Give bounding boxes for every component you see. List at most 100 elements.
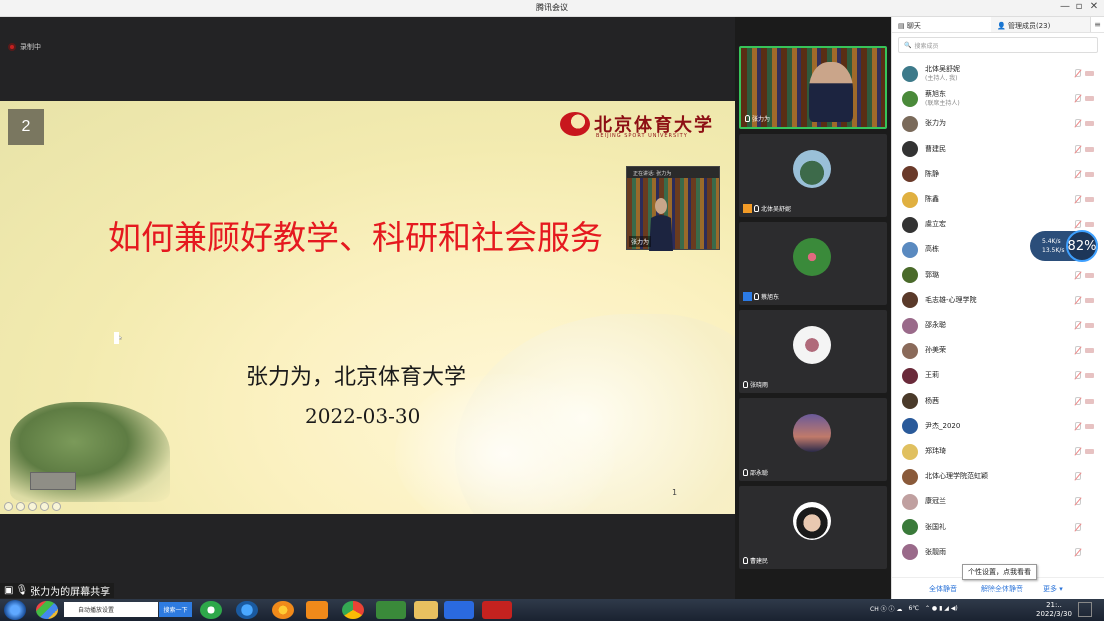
maximize-button[interactable]: ▫	[1072, 1, 1086, 12]
video-tile[interactable]: 曹建民	[739, 486, 887, 569]
camera-off-icon[interactable]	[1085, 146, 1094, 152]
camera-off-icon[interactable]	[1085, 272, 1094, 278]
participant-row[interactable]: 毛志雄-心理学院	[892, 288, 1104, 313]
mic-muted-icon[interactable]	[1074, 270, 1081, 280]
mic-muted-icon[interactable]	[1074, 371, 1081, 380]
chrome-icon[interactable]	[342, 601, 364, 619]
mic-muted-icon[interactable]	[1074, 346, 1081, 355]
screen-share-bar[interactable]: ▣ 🎙 张力为的屏幕共享	[0, 583, 115, 598]
taskbar-search-input[interactable]: 自动播放设置	[64, 602, 158, 617]
member-search-input[interactable]: 🔍 搜索成员	[898, 37, 1098, 53]
folder-icon[interactable]	[414, 601, 438, 619]
camera-off-icon[interactable]	[1085, 323, 1094, 328]
avatar	[902, 292, 918, 309]
app-icon[interactable]	[36, 601, 58, 619]
mic-muted-icon[interactable]	[1074, 119, 1081, 128]
participant-row[interactable]: 蔡旭东 (联席主持人)	[892, 86, 1104, 111]
slide-title: 如何兼顾好教学、科研和社会服务	[108, 218, 603, 257]
start-button[interactable]	[4, 600, 26, 620]
video-tile[interactable]: 张晓雨	[739, 310, 887, 393]
video-tile[interactable]: 邵永聪	[739, 398, 887, 481]
camera-off-icon[interactable]	[1085, 373, 1094, 379]
next-slide-icon[interactable]	[16, 502, 25, 511]
participant-row[interactable]: 张国礼	[892, 515, 1104, 540]
mic-muted-icon[interactable]	[1074, 447, 1081, 456]
avatar	[902, 519, 918, 536]
recording-indicator[interactable]: 录制中	[8, 42, 41, 52]
mic-muted-icon[interactable]	[1074, 144, 1081, 154]
participant-row[interactable]: 孙美荣	[892, 338, 1104, 363]
mic-muted-icon[interactable]	[1074, 421, 1081, 431]
wps-icon[interactable]	[482, 601, 512, 619]
cohost-icon	[743, 292, 752, 301]
camera-off-icon[interactable]	[1085, 297, 1094, 303]
participant-row[interactable]: 杨茜	[892, 389, 1104, 414]
participant-row[interactable]: 张力为	[892, 111, 1104, 136]
participant-row[interactable]: 北体吴舒妮 (主持人, 我)	[892, 61, 1104, 86]
mic-muted-icon[interactable]	[1074, 195, 1081, 204]
participant-row[interactable]: 北体心理学院范虹颖	[892, 464, 1104, 489]
minimize-button[interactable]: —	[1058, 1, 1072, 12]
mic-muted-icon[interactable]	[1074, 295, 1081, 305]
camera-off-icon[interactable]	[1085, 197, 1094, 202]
participant-row[interactable]: 邵永聪	[892, 313, 1104, 338]
tab-chat[interactable]: ▤ 聊天	[892, 17, 991, 32]
panel-menu-icon[interactable]: ≡	[1090, 17, 1104, 32]
app-icon[interactable]	[272, 601, 294, 619]
camera-off-icon[interactable]	[1085, 96, 1094, 102]
menu-tool-icon[interactable]	[52, 502, 61, 511]
pen-tool-icon[interactable]	[28, 502, 37, 511]
participant-row[interactable]: 曹建民	[892, 137, 1104, 162]
system-tray[interactable]: CH ⓢ ⓘ ☁ 6℃ ⌃ ● ▮ ◢ ◀)	[870, 604, 958, 613]
prev-slide-icon[interactable]	[4, 502, 13, 511]
camera-off-icon[interactable]	[1085, 348, 1094, 354]
network-speed-widget[interactable]: 5.4K/s 13.5K/s 82%	[1030, 230, 1098, 262]
speaker-pip-video[interactable]: 正在讲话: 张力为 张力为	[626, 166, 720, 251]
participant-row[interactable]: 尹杰_2020	[892, 414, 1104, 439]
mic-muted-icon[interactable]	[1074, 321, 1081, 330]
more-button[interactable]: 更多 ▾	[1043, 584, 1063, 594]
upload-speed: 5.4K/s	[1042, 238, 1061, 245]
taskbar-search-button[interactable]: 搜索一下	[159, 602, 192, 617]
camera-off-icon[interactable]	[1085, 398, 1094, 404]
slide-controls[interactable]	[4, 502, 61, 511]
mic-muted-icon[interactable]	[1074, 472, 1081, 481]
participant-row[interactable]: 王莉	[892, 363, 1104, 388]
app-icon[interactable]	[200, 601, 222, 619]
participant-row[interactable]: 康冠兰	[892, 489, 1104, 514]
mic-muted-icon[interactable]	[1074, 547, 1081, 557]
mic-muted-icon[interactable]	[1074, 497, 1081, 506]
camera-off-icon[interactable]	[1085, 449, 1094, 454]
wechat-icon[interactable]	[376, 601, 406, 619]
clock-date: 2022/3/30	[1036, 610, 1072, 618]
mute-all-button[interactable]: 全体静音	[929, 584, 957, 594]
video-tile[interactable]: 蔡旭东	[739, 222, 887, 305]
search-tool-icon[interactable]	[40, 502, 49, 511]
video-tile[interactable]: 北体吴舒妮	[739, 134, 887, 217]
camera-off-icon[interactable]	[1085, 222, 1094, 228]
taskbar-clock[interactable]: 21:.. 2022/3/30	[1036, 601, 1072, 619]
video-tile[interactable]: 张力为	[739, 46, 887, 129]
mic-muted-icon[interactable]	[1074, 69, 1081, 78]
mic-muted-icon[interactable]	[1074, 220, 1081, 229]
camera-off-icon[interactable]	[1085, 121, 1094, 127]
show-desktop-button[interactable]	[1078, 602, 1092, 617]
participant-row[interactable]: 张靓雨	[892, 540, 1104, 565]
tencent-meeting-icon[interactable]	[444, 601, 474, 619]
participant-row[interactable]: 郭璐	[892, 263, 1104, 288]
mic-muted-icon[interactable]	[1074, 94, 1081, 103]
mic-muted-icon[interactable]	[1074, 396, 1081, 406]
participant-row[interactable]: 陈鑫	[892, 187, 1104, 212]
camera-off-icon[interactable]	[1085, 171, 1094, 177]
camera-off-icon[interactable]	[1085, 71, 1094, 76]
participant-row[interactable]: 陈静	[892, 162, 1104, 187]
participant-row[interactable]: 郑玮琦	[892, 439, 1104, 464]
avatar	[902, 443, 918, 460]
camera-off-icon[interactable]	[1085, 423, 1094, 429]
tab-members[interactable]: 👤 管理成员(23)	[991, 17, 1090, 32]
ie-icon[interactable]	[236, 601, 258, 619]
media-player-icon[interactable]	[306, 601, 328, 619]
mic-muted-icon[interactable]	[1074, 169, 1081, 179]
mic-muted-icon[interactable]	[1074, 522, 1081, 532]
close-button[interactable]: ✕	[1087, 1, 1101, 12]
